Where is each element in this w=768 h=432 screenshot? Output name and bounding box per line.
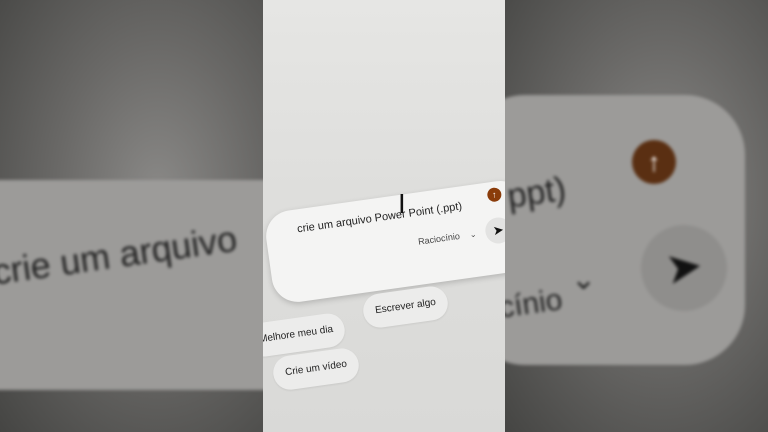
left-blurred-panel: crie um arquivo	[0, 0, 263, 432]
bg-arrow-up-icon: ↑	[632, 140, 676, 184]
bg-prompt-text: ppt)	[505, 169, 569, 216]
model-label: Raciocínio	[417, 230, 461, 247]
send-button[interactable]: ➤	[483, 215, 505, 246]
right-blurred-panel: ppt) cínio ⌄ ↑ ➤	[505, 0, 768, 432]
upload-button[interactable]: ↑	[486, 186, 503, 203]
arrow-up-icon: ↑	[491, 189, 498, 200]
suggestion-label: Escrever algo	[374, 296, 437, 317]
model-selector[interactable]: Raciocínio ⌄	[417, 229, 477, 247]
bg-chevron-icon: ⌄	[571, 263, 597, 296]
screen-content: crie um arquivo Power Point (.ppt) ↑ Rac…	[263, 0, 505, 432]
prompt-input[interactable]: crie um arquivo Power Point (.ppt)	[296, 200, 462, 235]
text-cursor-icon: I	[398, 190, 406, 220]
send-icon: ➤	[491, 221, 505, 239]
suggestion-label: Melhore meu dia	[263, 323, 334, 346]
suggestion-label: Crie um vídeo	[284, 358, 348, 379]
prompt-composer[interactable]: crie um arquivo Power Point (.ppt) ↑ Rac…	[263, 177, 505, 306]
chevron-down-icon: ⌄	[469, 229, 478, 240]
bg-input-card	[505, 95, 745, 365]
